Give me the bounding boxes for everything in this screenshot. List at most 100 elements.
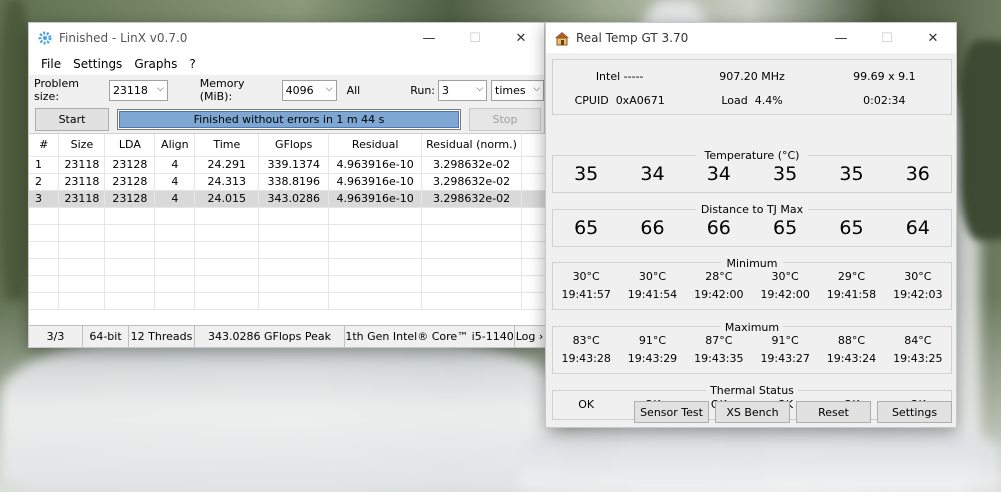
cell-size: 23118	[58, 190, 106, 208]
status-peak: 343.0286 GFlops Peak	[195, 326, 345, 347]
chevron-down-icon: ⌵	[476, 83, 484, 94]
status-bits: 64-bit	[83, 326, 129, 347]
cell-filler	[521, 156, 546, 174]
minimum-temp: 30°C	[572, 270, 600, 283]
table-row-selected[interactable]: 3 23118 23128 4 24.015 343.0286 4.963916…	[29, 190, 546, 208]
wallpaper-rock-right	[960, 40, 1001, 240]
memory-combo[interactable]: 4096 ⌵	[281, 79, 337, 101]
close-button[interactable]: ✕	[498, 23, 544, 53]
stop-button[interactable]: Stop	[469, 107, 541, 131]
column-header-lda[interactable]: LDA	[104, 134, 156, 157]
minimize-button[interactable]: —	[818, 23, 864, 53]
progress-bar: Finished without errors in 1 m 44 s	[117, 108, 461, 130]
maximum-temp: 91°C	[771, 334, 799, 347]
menu-graphs[interactable]: Graphs	[128, 57, 183, 71]
memory-value: 4096	[285, 83, 314, 97]
cell-size: 23118	[58, 156, 106, 174]
cell-filler	[521, 190, 546, 208]
maximum-time: 19:43:25	[893, 352, 943, 365]
cpu-info-panel: Intel ----- 907.20 MHz 99.69 x 9.1 CPUID…	[552, 59, 952, 115]
results-table: # Size LDA Align Time GFlops Residual Re…	[29, 133, 546, 327]
log-button[interactable]: Log ›	[515, 326, 544, 347]
cell-lda: 23128	[104, 190, 156, 208]
table-row[interactable]: 2 23118 23128 4 24.313 338.8196 4.963916…	[29, 173, 546, 191]
column-header-align[interactable]: Align	[154, 134, 196, 157]
minimum-temp: 30°C	[904, 270, 932, 283]
temperature-title: Temperature (°C)	[696, 149, 808, 162]
realtemp-titlebar[interactable]: Real Temp GT 3.70 — ☐ ✕	[546, 23, 956, 53]
close-button[interactable]: ✕	[910, 23, 956, 53]
minimum-temp: 28°C	[705, 270, 733, 283]
menu-file[interactable]: File	[35, 57, 67, 71]
linx-titlebar[interactable]: Finished - LinX v0.7.0 — ☐ ✕	[29, 23, 544, 53]
xs-bench-button[interactable]: XS Bench	[715, 401, 790, 423]
column-header-gflops[interactable]: GFlops	[258, 134, 330, 157]
column-header-size[interactable]: Size	[58, 134, 106, 157]
core-temperature: 35	[574, 163, 599, 185]
menu-settings[interactable]: Settings	[67, 57, 128, 71]
cell-time: 24.291	[194, 156, 260, 174]
cpu-vendor: Intel -----	[595, 69, 644, 83]
minimum-temp: 30°C	[638, 270, 667, 283]
linx-window-title: Finished - LinX v0.7.0	[59, 31, 188, 45]
table-header-row: # Size LDA Align Time GFlops Residual Re…	[29, 134, 546, 157]
problem-size-combo[interactable]: 23118 ⌵	[108, 79, 168, 101]
empty-row	[29, 224, 546, 242]
core-distance: 66	[640, 217, 665, 239]
thermal-status-title: Thermal Status	[706, 384, 798, 397]
core-minimum: 29°C 19:41:58	[818, 263, 884, 309]
minimum-time: 19:42:03	[893, 288, 943, 301]
cpuid-value: 0xA0671	[615, 93, 665, 107]
core-distance: 65	[839, 217, 864, 239]
cell-filler	[521, 173, 546, 191]
linx-menubar: File Settings Graphs ?	[29, 53, 544, 75]
core-maximum: 88°C 19:43:24	[818, 327, 884, 373]
column-header-index[interactable]: #	[29, 134, 60, 157]
empty-row	[29, 241, 546, 259]
minimize-button[interactable]: —	[406, 23, 452, 53]
minimum-time: 19:42:00	[694, 288, 744, 301]
maximum-temp: 88°C	[837, 334, 866, 347]
menu-help[interactable]: ?	[183, 57, 201, 71]
column-header-residual-norm[interactable]: Residual (norm.)	[421, 134, 522, 157]
core-distance: 64	[905, 217, 930, 239]
linx-parameter-row: Problem size: 23118 ⌵ Memory (MiB): 4096…	[29, 75, 544, 105]
run-unit-combo[interactable]: times ⌵	[491, 79, 544, 101]
start-button[interactable]: Start	[35, 107, 109, 131]
elapsed-time: 0:02:34	[863, 93, 906, 107]
chevron-down-icon: ⌵	[325, 83, 333, 94]
table-row[interactable]: 1 23118 23128 4 24.291 339.1374 4.963916…	[29, 156, 546, 174]
run-unit-value: times	[495, 83, 526, 97]
status-runs: 3/3	[29, 326, 83, 347]
chevron-down-icon: ⌵	[156, 83, 164, 94]
linx-button-row: Start Finished without errors in 1 m 44 …	[29, 105, 544, 133]
column-header-residual[interactable]: Residual	[328, 134, 423, 157]
maximum-temp: 87°C	[705, 334, 733, 347]
linx-gear-icon	[37, 30, 53, 46]
progress-fill: Finished without errors in 1 m 44 s	[119, 110, 459, 128]
sensor-test-button[interactable]: Sensor Test	[634, 401, 709, 423]
status-cpu: 11th Gen Intel® Core™ i5-11400	[345, 326, 515, 347]
cell-time: 24.313	[194, 173, 260, 191]
run-count-value: 3	[442, 83, 450, 97]
core-minimum: 30°C 19:42:03	[885, 263, 951, 309]
maximum-temp: 84°C	[904, 334, 932, 347]
maximum-time: 19:43:29	[627, 352, 678, 365]
maximize-button[interactable]: ☐	[452, 23, 498, 53]
column-header-filler	[521, 134, 546, 157]
column-header-time[interactable]: Time	[194, 134, 260, 157]
cpu-multiplier: 99.69 x 9.1	[853, 69, 916, 83]
distance-title: Distance to TJ Max	[696, 203, 808, 216]
cell-residual-norm: 3.298632e-02	[421, 173, 522, 191]
minimum-title: Minimum	[721, 257, 783, 270]
settings-button[interactable]: Settings	[877, 401, 952, 423]
load-label: Load	[721, 93, 748, 107]
maximize-button[interactable]: ☐	[864, 23, 910, 53]
reset-button[interactable]: Reset	[796, 401, 871, 423]
core-minimum: 30°C 19:41:54	[619, 263, 685, 309]
run-count-combo[interactable]: 3 ⌵	[438, 79, 488, 101]
maximum-title: Maximum	[721, 321, 783, 334]
cell-gflops: 343.0286	[258, 190, 330, 208]
cell-residual: 4.963916e-10	[328, 156, 423, 174]
minimum-temp: 29°C	[837, 270, 866, 283]
